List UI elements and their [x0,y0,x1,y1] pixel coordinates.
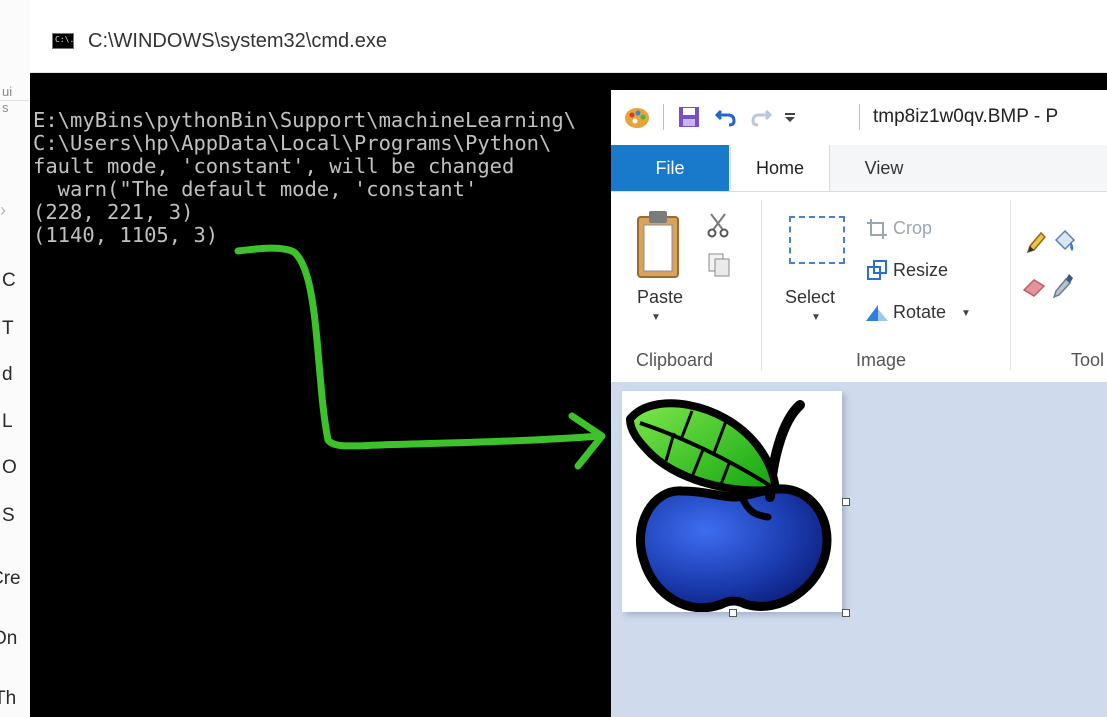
cmd-output-line: E:\myBins\pythonBin\Support\machineLearn… [33,108,577,132]
bg-fragment[interactable]: L [2,411,13,433]
rotate-button[interactable]: Rotate [893,302,946,323]
rotate-icon[interactable] [864,301,890,323]
ribbon-tabs: File Home View [611,145,1107,191]
tab-file[interactable]: File [611,145,729,191]
select-dropdown-icon[interactable]: ▼ [811,312,821,323]
toolbar-separator [859,104,860,130]
customize-toolbar-icon[interactable] [783,112,797,124]
background-app-panel: ui s › C T d L O S Cre On Th [0,0,31,717]
bg-fragment[interactable]: C [2,270,16,292]
bg-fragment: s [2,100,9,115]
copy-icon[interactable] [707,252,731,278]
bg-fragment[interactable]: Th [0,688,16,710]
undo-icon[interactable] [714,105,738,129]
redo-icon[interactable] [749,105,773,129]
chevron-right-icon: › [0,200,6,220]
cmd-title-bar[interactable]: C:\. C:\WINDOWS\system32\cmd.exe [30,0,1107,73]
bg-fragment[interactable]: O [2,457,17,479]
color-picker-icon[interactable] [1051,272,1075,300]
bg-fragment: ui [2,84,13,99]
apple-image [626,399,832,613]
paint-palette-icon[interactable] [623,104,651,130]
fill-bucket-icon[interactable] [1051,228,1077,256]
bg-fragment[interactable]: d [2,364,13,386]
pencil-icon[interactable] [1024,230,1046,256]
quick-access-toolbar: tmp8iz1w0qv.BMP - P [611,90,1107,145]
cut-icon[interactable] [707,212,729,238]
cmd-output-line: fault mode, 'constant', will be changed [33,154,515,178]
resize-handle-right[interactable] [842,498,850,506]
bg-divider [0,100,30,101]
bg-fragment[interactable]: S [2,505,15,527]
canvas-area[interactable] [611,382,1107,717]
group-separator [1010,200,1011,370]
resize-button[interactable]: Resize [893,260,948,281]
crop-button[interactable]: Crop [893,218,932,239]
resize-handle-corner[interactable] [842,609,850,617]
cmd-output-line: C:\Users\hp\AppData\Local\Programs\Pytho… [33,131,552,155]
bg-fragment[interactable]: T [2,318,14,340]
group-separator [761,200,762,370]
paste-button[interactable]: Paste [637,287,683,308]
tools-group-label: Tool [1071,350,1105,370]
eraser-icon[interactable] [1022,276,1048,298]
tab-view[interactable]: View [839,145,929,191]
paint-window[interactable]: tmp8iz1w0qv.BMP - P File Home View Paste… [611,90,1107,717]
cmd-output-line: warn("The default mode, 'constant' [33,177,478,201]
crop-icon[interactable] [866,218,888,240]
drawing-canvas[interactable] [622,391,842,613]
paste-dropdown-icon[interactable]: ▼ [651,312,661,323]
cmd-output: E:\myBins\pythonBin\Support\machineLearn… [33,109,576,247]
cmd-icon[interactable]: C:\. [52,33,74,49]
bg-fragment[interactable]: Cre [0,568,21,590]
save-icon[interactable] [677,105,701,129]
ribbon: Paste ▼ Clipboard Select ▼ Crop Resize R… [611,191,1107,383]
resize-icon[interactable] [866,259,888,281]
image-group-label: Image [856,350,907,370]
cmd-icon-label: C:\. [55,35,75,44]
tab-home[interactable]: Home [730,145,830,191]
paint-window-title: tmp8iz1w0qv.BMP - P [873,106,1059,127]
rotate-dropdown-icon[interactable]: ▼ [961,308,971,319]
paste-icon[interactable] [634,207,682,279]
cmd-output-line: (228, 221, 3) [33,200,194,224]
clipboard-group-label: Clipboard [636,350,714,370]
select-button[interactable]: Select [785,287,835,308]
resize-handle-bottom[interactable] [729,609,737,617]
cmd-output-line: (1140, 1105, 3) [33,223,219,247]
toolbar-separator [663,104,664,130]
select-icon[interactable] [789,216,845,264]
cmd-window-title: C:\WINDOWS\system32\cmd.exe [88,30,387,52]
bg-fragment[interactable]: On [0,628,17,650]
